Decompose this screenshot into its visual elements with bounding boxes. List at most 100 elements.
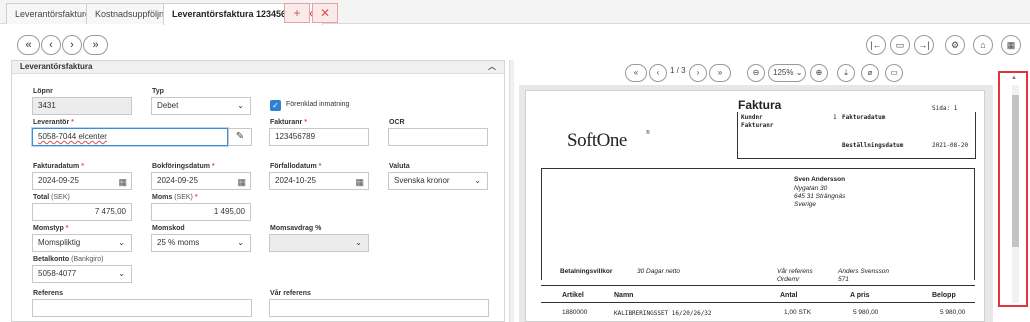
viewer-first-page-button[interactable]: « [625, 64, 647, 82]
recipient-city: 645 31 Strängnäs [794, 193, 846, 200]
scroll-up-icon[interactable]: ▲ [1011, 75, 1017, 81]
add-tab-button[interactable]: + [284, 3, 310, 23]
betalkonto-select[interactable]: 5058-4077 ⌄ [32, 265, 132, 283]
panel-title: Leverantörsfaktura [20, 62, 93, 71]
first-record-button[interactable]: « [17, 35, 40, 55]
chevron-down-icon: ⌄ [355, 238, 362, 247]
next-record-button[interactable]: › [62, 35, 82, 55]
forenklad-label: Förenklad inmatning [286, 101, 350, 108]
fit-page-icon[interactable]: ▭ [885, 64, 903, 82]
moms-label: Moms (SEK) * [152, 194, 198, 201]
valuta-label: Valuta [389, 163, 410, 170]
chevron-down-icon: ⌄ [118, 269, 125, 278]
row-belopp: 5 980,00 [940, 309, 966, 316]
chevron-down-icon: ⌄ [795, 68, 803, 77]
typ-label: Typ [152, 88, 164, 95]
referens-label: Referens [33, 290, 63, 297]
zoom-in-icon[interactable]: ⊕ [810, 64, 828, 82]
viewer-last-page-button[interactable]: » [709, 64, 731, 82]
collapse-chevron-icon[interactable]: ︿ [488, 61, 496, 73]
close-all-tabs-button[interactable]: ✕ [312, 3, 338, 23]
required-mark: * [194, 194, 198, 201]
attach-icon[interactable]: ⌀ [861, 64, 879, 82]
moms-input[interactable]: 1 495,00 [151, 203, 251, 221]
zoom-out-icon[interactable]: ⊖ [747, 64, 765, 82]
edit-pencil-icon[interactable]: ✎ [228, 128, 252, 146]
calculator-icon[interactable]: ▦ [1001, 35, 1021, 55]
download-icon[interactable]: ⤓ [837, 64, 855, 82]
bokforingsdatum-input[interactable]: 2024-09-25 ▦ [151, 172, 251, 190]
calendar-icon[interactable]: ▦ [118, 174, 127, 189]
total-currency: (SEK) [51, 194, 70, 201]
lock-icon[interactable]: ⌂ [973, 35, 993, 55]
betalningsvillkor-label: Betalningsvillkor [560, 268, 613, 275]
var-referens-input[interactable] [269, 299, 489, 317]
momstyp-label-text: Momstyp [33, 225, 64, 232]
ordernr-label: Ordernr [777, 276, 800, 283]
tab-bar: Leverantörsfakturor Kostnadsuppföljning … [0, 0, 1030, 25]
lopnr-label: Löpnr [33, 88, 53, 95]
momskod-label: Momskod [152, 225, 185, 232]
bokforingsdatum-label: Bokföringsdatum * [152, 163, 215, 170]
momstyp-select[interactable]: Momspliktig ⌄ [32, 234, 132, 252]
valuta-value: Svenska kronor [394, 176, 450, 185]
bestallningsdatum-label: Beställningsdatum [842, 142, 904, 149]
momstyp-value: Momspliktig [38, 238, 81, 247]
layout-icon[interactable]: ▭ [890, 35, 910, 55]
recipient-street: Nygatan 30 [794, 185, 828, 192]
softone-logo: SoftOne [567, 130, 627, 151]
momsavdrag-select: ⌄ [269, 234, 369, 252]
fakturanr-input[interactable]: 123456789 [269, 128, 369, 146]
fakturadatum-input[interactable]: 2024-09-25 ▦ [32, 172, 132, 190]
lopnr-field: 3431 [32, 97, 132, 115]
leverantor-input[interactable]: 5058-7044 elcenter [32, 128, 228, 146]
bokforingsdatum-value: 2024-09-25 [157, 176, 198, 185]
tab-label: Leverantörsfakturor [15, 9, 94, 19]
zoom-select[interactable]: 125% ⌄ [768, 64, 806, 82]
fakturadatum-label-text: Fakturadatum [33, 163, 80, 170]
col-antal: Antal [780, 292, 798, 299]
total-input[interactable]: 7 475,00 [32, 203, 132, 221]
ocr-label: OCR [389, 119, 405, 126]
last-record-button[interactable]: » [83, 35, 108, 55]
calendar-icon[interactable]: ▦ [355, 174, 364, 189]
panel-splitter[interactable] [509, 60, 514, 322]
momstyp-label: Momstyp * [33, 225, 68, 232]
forfallodatum-input[interactable]: 2024-10-25 ▦ [269, 172, 369, 190]
fakturanr-label-text: Fakturanr [270, 119, 303, 126]
chevron-down-icon: ⌄ [237, 101, 244, 110]
scrollbar-thumb[interactable] [1012, 95, 1019, 247]
last-page-icon[interactable]: →| [914, 35, 934, 55]
forfallodatum-label-text: Förfallodatum [270, 163, 317, 170]
viewer-prev-page-button[interactable]: ‹ [649, 64, 667, 82]
ocr-input[interactable] [388, 128, 488, 146]
forenklad-checkbox[interactable]: ✓ [270, 100, 281, 111]
kundnr-value: 1 [833, 114, 837, 121]
referens-input[interactable] [32, 299, 252, 317]
fakturanr-label: Fakturanr * [270, 119, 307, 126]
panel-header[interactable]: Leverantörsfaktura ︿ [12, 61, 504, 74]
first-page-icon[interactable]: |← [866, 35, 886, 55]
total-label: Total (SEK) [33, 194, 70, 201]
settings-icon[interactable]: ⚙ [945, 35, 965, 55]
betalningsvillkor-value: 30 Dagar netto [637, 268, 681, 275]
typ-value: Debet [157, 101, 179, 110]
momskod-value: 25 % moms [157, 238, 200, 247]
registered-mark: ® [646, 130, 650, 136]
leverantor-label: Leverantör * [33, 119, 74, 126]
valuta-select[interactable]: Svenska kronor ⌄ [388, 172, 488, 190]
typ-select[interactable]: Debet ⌄ [151, 97, 251, 115]
table-header-top-border [541, 285, 975, 286]
viewer-next-page-button[interactable]: › [689, 64, 707, 82]
var-referens-pdf-value: Anders Svensson [838, 268, 889, 275]
table-header-bottom-border [541, 302, 975, 303]
momskod-select[interactable]: 25 % moms ⌄ [151, 234, 251, 252]
var-referens-pdf-label: Vår referens [777, 268, 813, 275]
prev-record-button[interactable]: ‹ [41, 35, 61, 55]
leverantor-value: 5058-7044 elcenter [38, 132, 107, 141]
calendar-icon[interactable]: ▦ [237, 174, 246, 189]
col-belopp: Belopp [932, 292, 956, 299]
recipient-country: Sverige [794, 201, 817, 208]
forfallodatum-value: 2024-10-25 [275, 176, 316, 185]
row-a-pris: 5 980,00 [853, 309, 879, 316]
